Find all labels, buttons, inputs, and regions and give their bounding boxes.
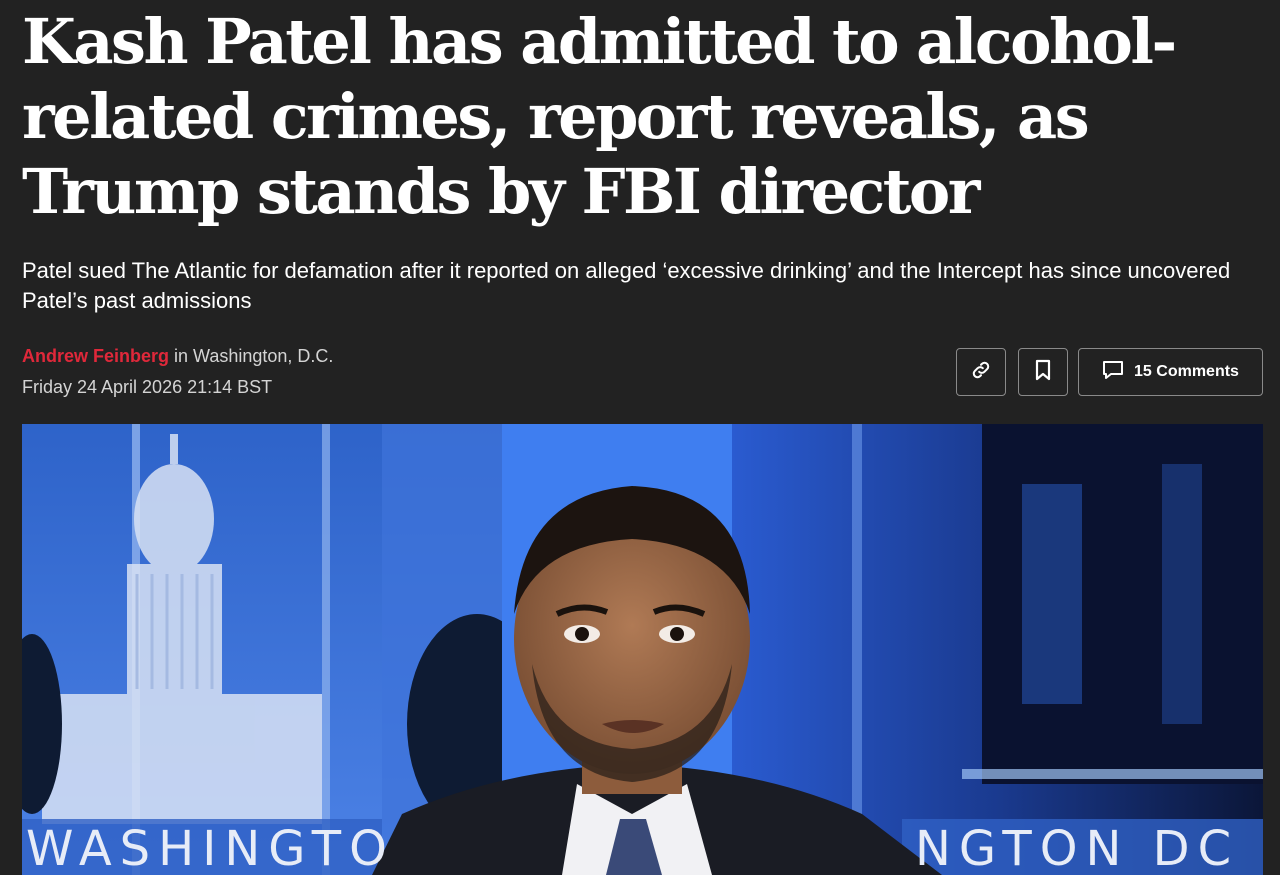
copy-link-button[interactable] [956, 348, 1006, 396]
hero-image[interactable]: WASHINGTO NGTON DC [22, 424, 1263, 875]
hero-photo-illustration [22, 424, 1263, 875]
author-link[interactable]: Andrew Feinberg [22, 346, 169, 366]
publish-date: Friday 24 April 2026 21:14 BST [22, 377, 273, 397]
byline-location: in Washington, D.C. [174, 346, 334, 366]
comment-icon [1102, 360, 1124, 385]
headline: Kash Patel has admitted to alcohol-relat… [22, 5, 1177, 228]
hero-caption-left: WASHINGTO [26, 821, 395, 875]
link-icon [970, 359, 992, 386]
byline: Andrew Feinberg in Washington, D.C. [22, 343, 333, 369]
comments-count-label: 15 Comments [1134, 363, 1239, 380]
comments-button[interactable]: 15 Comments [1078, 348, 1263, 396]
bookmark-icon [1034, 359, 1052, 386]
hero-caption-right: NGTON DC [915, 821, 1240, 875]
bookmark-button[interactable] [1018, 348, 1068, 396]
standfirst: Patel sued The Atlantic for defamation a… [22, 258, 1231, 313]
